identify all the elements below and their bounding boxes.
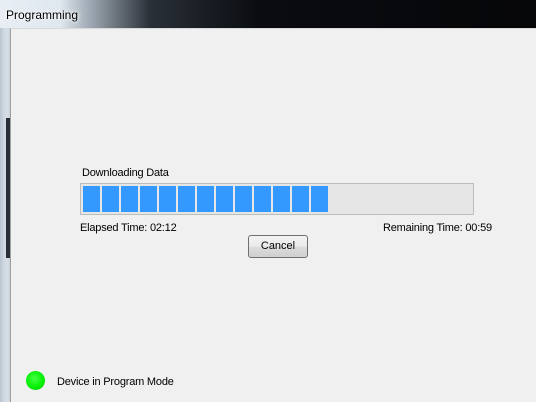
progress-segment <box>216 186 233 212</box>
progress-segment <box>254 186 271 212</box>
remaining-time: Remaining Time: 00:59 <box>383 222 492 234</box>
progress-segment <box>159 186 176 212</box>
title-bar[interactable]: Programming <box>0 0 536 28</box>
progress-segment <box>273 186 290 212</box>
progress-segment <box>102 186 119 212</box>
progress-segment <box>292 186 309 212</box>
progress-segment <box>83 186 100 212</box>
elapsed-time: Elapsed Time: 02:12 <box>80 222 177 234</box>
status-text: Device in Program Mode <box>57 376 174 388</box>
cancel-button[interactable]: Cancel <box>248 235 308 258</box>
progress-fill <box>83 186 328 212</box>
progress-segment <box>197 186 214 212</box>
downloading-heading: Downloading Data <box>82 167 169 179</box>
progress-segment <box>140 186 157 212</box>
window-title: Programming <box>6 8 79 22</box>
program-mode-led-icon <box>26 371 45 390</box>
programming-window: Programming Downloading Data Elapsed Tim… <box>0 0 536 402</box>
progress-segment <box>178 186 195 212</box>
progress-segment <box>311 186 328 212</box>
client-area <box>10 28 536 402</box>
download-progress-bar <box>80 183 474 215</box>
progress-segment <box>235 186 252 212</box>
progress-segment <box>121 186 138 212</box>
